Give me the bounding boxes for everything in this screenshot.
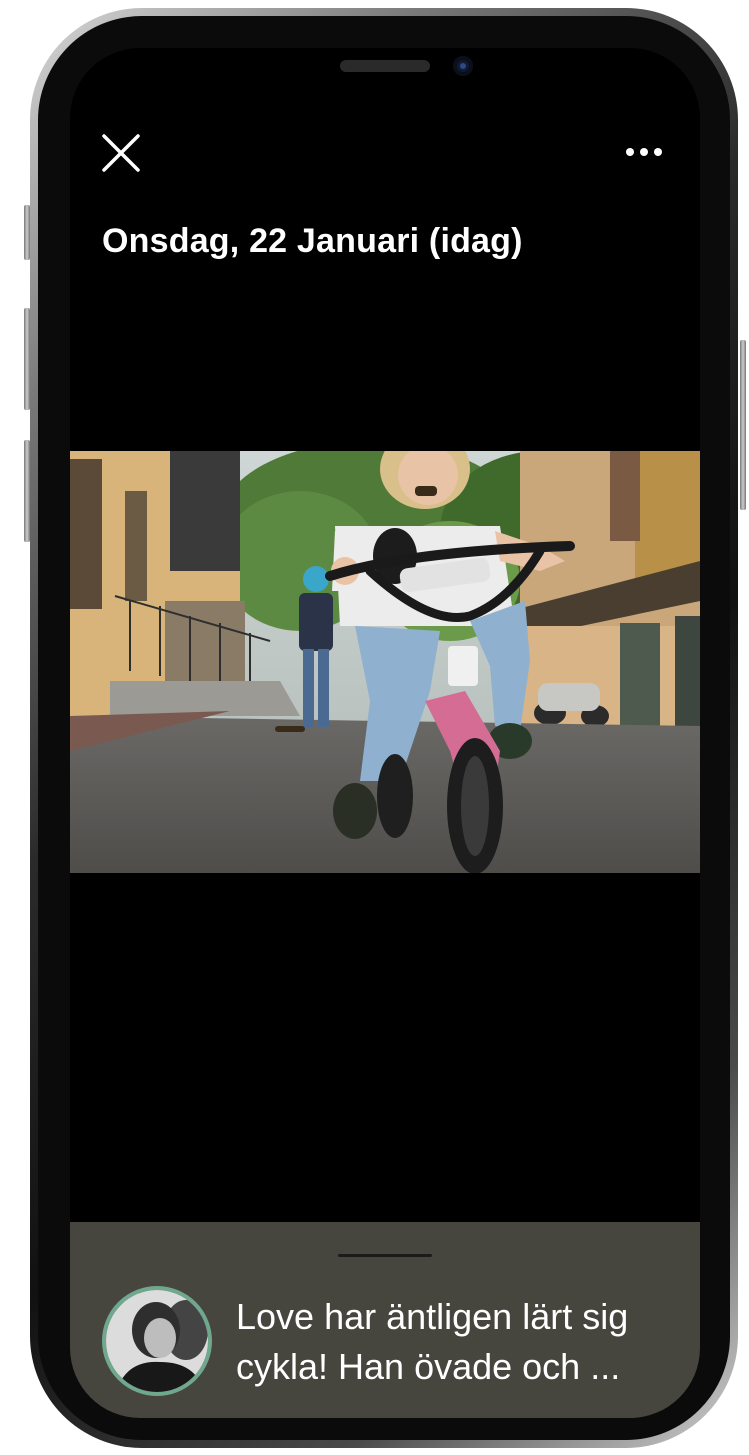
photo-image	[70, 451, 700, 873]
page-title: Onsdag, 22 Januari (idag)	[102, 222, 523, 260]
post-preview-sheet[interactable]: Love har äntligen lärt sig cykla! Han öv…	[70, 1222, 700, 1418]
app-screen: Onsdag, 22 Januari (idag) Love har äntli…	[70, 48, 700, 1418]
avatar-image	[106, 1290, 208, 1392]
volume-down-button	[24, 440, 30, 542]
side-button	[24, 205, 30, 260]
power-button	[740, 340, 746, 510]
caption-line-1: Love har äntligen lärt sig	[236, 1296, 629, 1337]
drag-handle[interactable]	[338, 1254, 432, 1257]
speaker-grille	[340, 60, 430, 72]
close-button[interactable]	[100, 132, 142, 174]
post-photo[interactable]	[70, 451, 700, 873]
notch	[210, 48, 560, 100]
volume-up-button	[24, 308, 30, 410]
post-caption[interactable]: Love har äntligen lärt sig cykla! Han öv…	[236, 1292, 676, 1392]
close-icon	[102, 134, 140, 172]
camera-icon	[453, 56, 473, 76]
caption-line-2: cykla! Han övade och ...	[236, 1346, 621, 1387]
more-options-button[interactable]	[620, 138, 668, 166]
more-horizontal-icon	[626, 148, 662, 156]
avatar[interactable]	[102, 1286, 212, 1396]
